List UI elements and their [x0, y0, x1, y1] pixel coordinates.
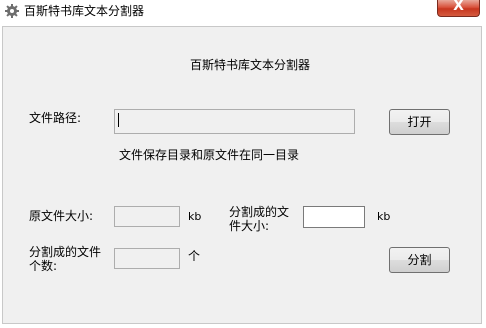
- save-location-note: 文件保存目录和原文件在同一目录: [119, 148, 300, 162]
- original-size-unit: kb: [188, 210, 202, 223]
- split-size-label: 分割成的文件大小:: [229, 205, 290, 233]
- split-count-label: 分割成的文件个数:: [29, 245, 102, 273]
- text-caret: [118, 113, 119, 127]
- page-heading: 百斯特书库文本分割器: [190, 58, 311, 72]
- title-bar: 百斯特书库文本分割器 X: [0, 0, 486, 22]
- file-path-input[interactable]: [114, 109, 355, 134]
- file-path-label: 文件路径:: [29, 111, 82, 125]
- split-size-unit: kb: [377, 210, 391, 223]
- original-size-label: 原文件大小:: [29, 209, 94, 223]
- window-title: 百斯特书库文本分割器: [24, 4, 145, 18]
- split-size-input[interactable]: [303, 206, 365, 228]
- gear-icon[interactable]: [4, 3, 20, 19]
- close-button[interactable]: X: [437, 0, 480, 17]
- close-icon: X: [453, 0, 464, 14]
- original-size-field: [114, 206, 180, 227]
- split-button[interactable]: 分割: [389, 247, 450, 273]
- split-count-unit: 个: [188, 249, 201, 263]
- open-button[interactable]: 打开: [389, 109, 450, 135]
- split-count-field: [114, 248, 180, 269]
